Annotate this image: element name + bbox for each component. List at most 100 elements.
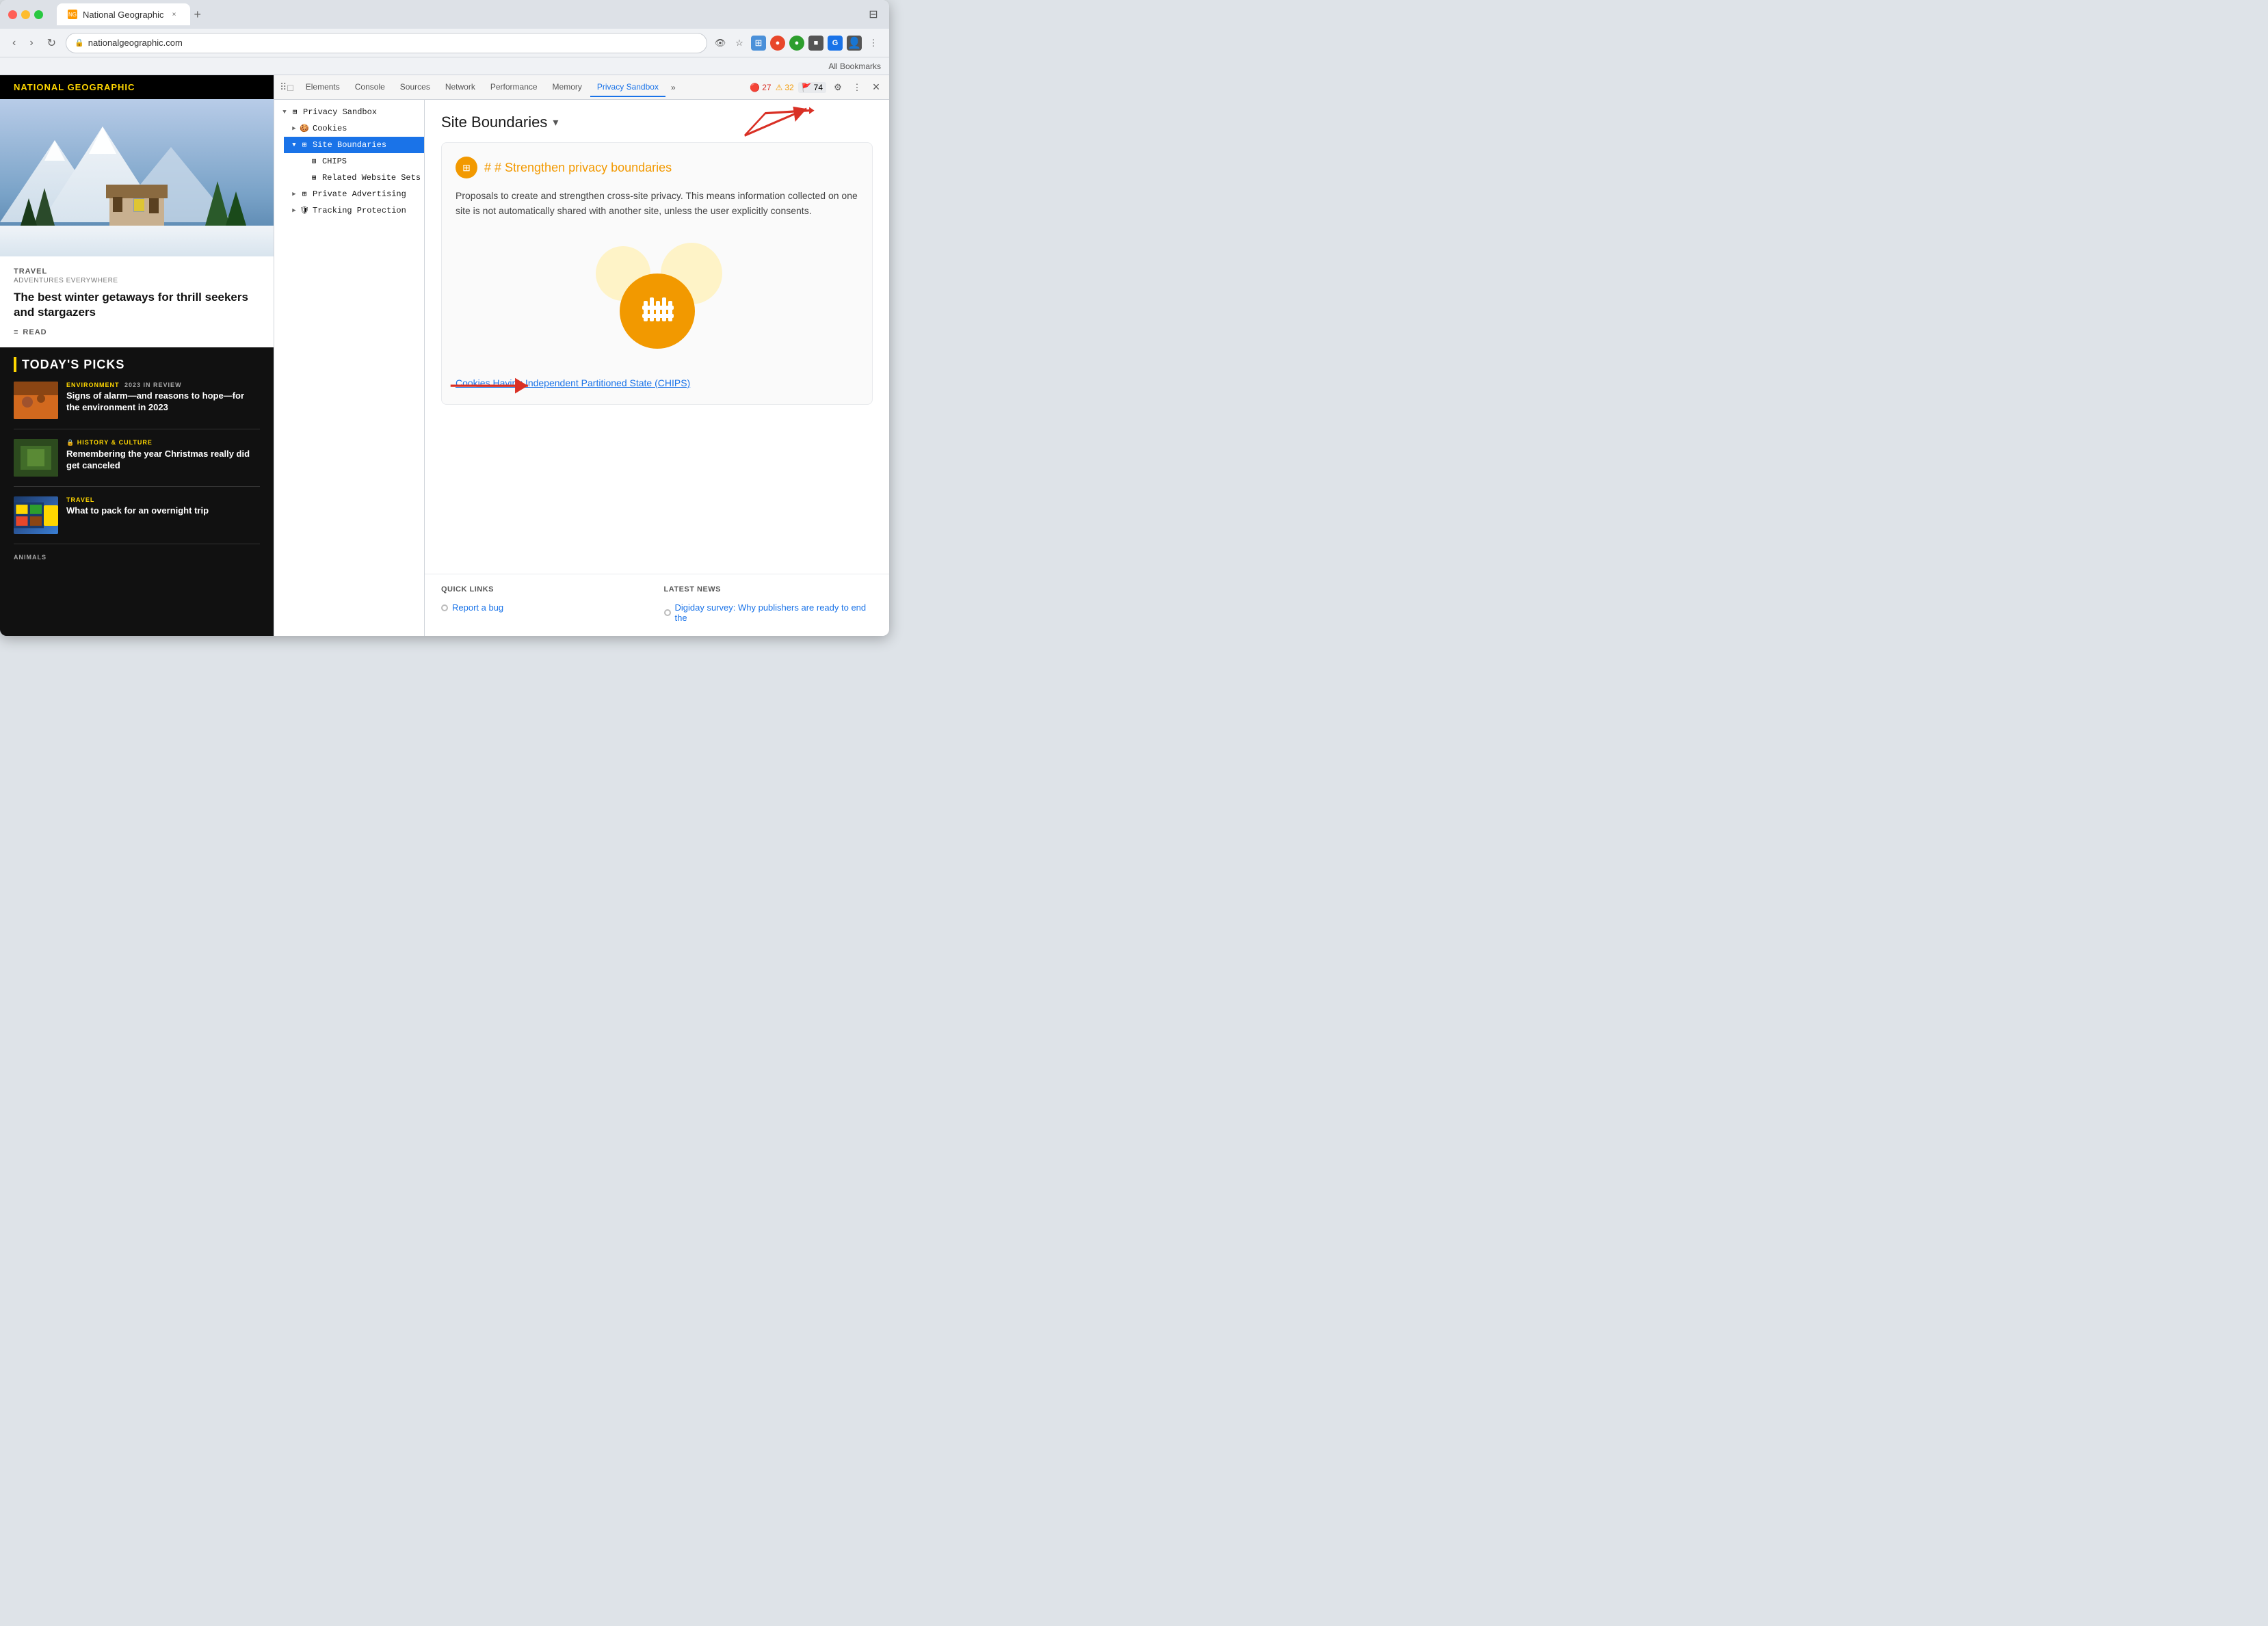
tree-item-private-advertising[interactable]: ▶ ⊞ Private Advertising [284, 186, 424, 202]
card-illustration [456, 219, 858, 369]
more-tabs-button[interactable]: » [667, 79, 680, 96]
ng-hero-card: TRAVEL ADVENTURES EVERYWHERE The best wi… [0, 256, 274, 347]
article-category: 🔒 HISTORY & CULTURE [66, 439, 260, 447]
hero-tag: TRAVEL [14, 267, 260, 276]
tree-item-chips[interactable]: ⊞ CHIPS [293, 153, 424, 170]
chips-link[interactable]: Cookies Having Independent Partitioned S… [456, 376, 690, 390]
bookmark-icon[interactable]: ☆ [732, 36, 747, 51]
article-badge: 2023 IN REVIEW [124, 382, 182, 388]
eye-off-icon[interactable]: 👁 [713, 36, 728, 51]
tracking-protection-icon: 🛡 [299, 205, 310, 216]
expand-icon: ▶ [289, 124, 299, 133]
warning-badge: ⚠ 32 [776, 83, 794, 92]
card-icon: ⊞ [456, 157, 477, 178]
profile-icon[interactable]: 👤 [847, 36, 862, 51]
chips-icon: ⊞ [308, 156, 319, 167]
forward-button[interactable]: › [25, 34, 37, 52]
browser-window: NG National Geographic × + ⊟ ‹ › ↻ 🔒 nat… [0, 0, 889, 636]
tree-item-privacy-sandbox[interactable]: ▼ ⊞ Privacy Sandbox [274, 104, 424, 120]
refresh-button[interactable]: ↻ [43, 34, 60, 53]
ng-header: National Geographic [0, 75, 274, 99]
new-tab-button[interactable]: + [194, 8, 202, 22]
devtools-tree: ▼ ⊞ Privacy Sandbox ▶ 🍪 Cookies ▼ [274, 100, 425, 636]
toolbar-icons: 👁 ☆ ⊞ ● ● ■ G 👤 ⋮ [713, 36, 881, 51]
link-dot [441, 604, 448, 611]
list-item[interactable]: 🔒 HISTORY & CULTURE Remembering the year… [14, 439, 260, 487]
list-item[interactable]: TRAVEL What to pack for an overnight tri… [14, 496, 260, 544]
minimize-button[interactable] [21, 10, 30, 19]
read-icon: ≡ [14, 328, 18, 336]
devtools-settings-icon[interactable]: ⚙ [830, 80, 845, 95]
ext-icon-2[interactable]: ● [789, 36, 804, 51]
active-tab[interactable]: NG National Geographic × [57, 3, 190, 25]
tab-privacy-sandbox[interactable]: Privacy Sandbox [590, 78, 665, 97]
back-button[interactable]: ‹ [8, 34, 20, 52]
article-title: Remembering the year Christmas really di… [66, 449, 260, 472]
article-thumbnail [14, 382, 58, 419]
tree-item-tracking-protection[interactable]: ▶ 🛡 Tracking Protection [284, 202, 424, 219]
bottom-grid: QUICK LINKS Report a bug LATEST NEWS [441, 585, 873, 625]
traffic-lights [8, 10, 43, 19]
expand-icon: ▼ [289, 140, 299, 150]
error-badge: 🔴 27 [750, 83, 771, 92]
expand-icon: ▼ [280, 107, 289, 117]
todays-picks-section: TODAY'S PICKS ENVIRONMENT [0, 347, 274, 636]
latest-news-column: LATEST NEWS Digiday survey: Why publishe… [664, 585, 873, 625]
tab-performance[interactable]: Performance [484, 78, 544, 97]
ext-icon-1[interactable]: ● [770, 36, 785, 51]
devtools-panel: ⠿ □ Elements Console Sources Network Per… [274, 75, 889, 636]
tab-close-button[interactable]: × [170, 10, 179, 19]
tab-bar: NG National Geographic × + [57, 3, 201, 25]
bookmarks-label: All Bookmarks [828, 62, 881, 71]
more-menu-button[interactable]: ⋮ [866, 36, 881, 51]
bottom-links-section: QUICK LINKS Report a bug LATEST NEWS [425, 574, 889, 636]
list-item[interactable]: ENVIRONMENT 2023 IN REVIEW Signs of alar… [14, 382, 260, 429]
window-controls[interactable]: ⊟ [866, 7, 881, 22]
link-text: Report a bug [452, 602, 503, 613]
article-thumbnail [14, 439, 58, 477]
tab-memory[interactable]: Memory [546, 78, 589, 97]
close-button[interactable] [8, 10, 17, 19]
ext-icon-3[interactable]: ■ [808, 36, 823, 51]
circle-illustration [589, 239, 726, 349]
quick-link-item[interactable]: Report a bug [441, 600, 650, 615]
quick-links-column: QUICK LINKS Report a bug [441, 585, 650, 625]
expand-icon: ▶ [289, 206, 299, 215]
article-category: ENVIRONMENT 2023 IN REVIEW [66, 382, 260, 388]
devtools-drag-handle[interactable]: ⠿ □ [280, 81, 293, 93]
tree-label: Related Website Sets [322, 173, 421, 183]
article-info: ENVIRONMENT 2023 IN REVIEW Signs of alar… [66, 382, 260, 419]
tab-sources[interactable]: Sources [393, 78, 437, 97]
devtools-tab-bar: ⠿ □ Elements Console Sources Network Per… [274, 75, 889, 100]
read-label: READ [23, 328, 47, 336]
picks-accent-bar [14, 357, 16, 372]
privacy-sandbox-icon: ⊞ [289, 107, 300, 118]
expand-icon: ▶ [289, 189, 299, 199]
news-text: Digiday survey: Why publishers are ready… [675, 602, 873, 623]
ng-hero [0, 99, 274, 256]
webpage-content: National Geographic [0, 75, 274, 636]
read-button[interactable]: ≡ READ [14, 328, 260, 336]
address-bar[interactable]: 🔒 nationalgeographic.com [66, 33, 707, 53]
tab-network[interactable]: Network [438, 78, 482, 97]
address-text: nationalgeographic.com [88, 38, 183, 48]
tree-item-site-boundaries[interactable]: ▼ ⊞ Site Boundaries [284, 137, 424, 153]
page-title-dropdown[interactable]: ▾ [553, 116, 558, 129]
cookies-icon: 🍪 [299, 123, 310, 134]
fence-icon [640, 291, 674, 331]
devtools-close-icon[interactable]: × [869, 80, 884, 95]
picks-header: TODAY'S PICKS [14, 357, 260, 372]
tab-elements[interactable]: Elements [299, 78, 347, 97]
extensions-icon[interactable]: ⊞ [751, 36, 766, 51]
latest-news-title: LATEST NEWS [664, 585, 873, 594]
news-item[interactable]: Digiday survey: Why publishers are ready… [664, 600, 873, 625]
ext-icon-4[interactable]: G [828, 36, 843, 51]
article-info: 🔒 HISTORY & CULTURE Remembering the year… [66, 439, 260, 477]
tree-item-cookies[interactable]: ▶ 🍪 Cookies [284, 120, 424, 137]
devtools-more-icon[interactable]: ⋮ [849, 80, 865, 95]
main-circle [620, 274, 695, 349]
maximize-button[interactable] [34, 10, 43, 19]
tab-console[interactable]: Console [348, 78, 392, 97]
article-category: TRAVEL [66, 496, 260, 503]
tree-item-related-website-sets[interactable]: ⊞ Related Website Sets [293, 170, 424, 186]
